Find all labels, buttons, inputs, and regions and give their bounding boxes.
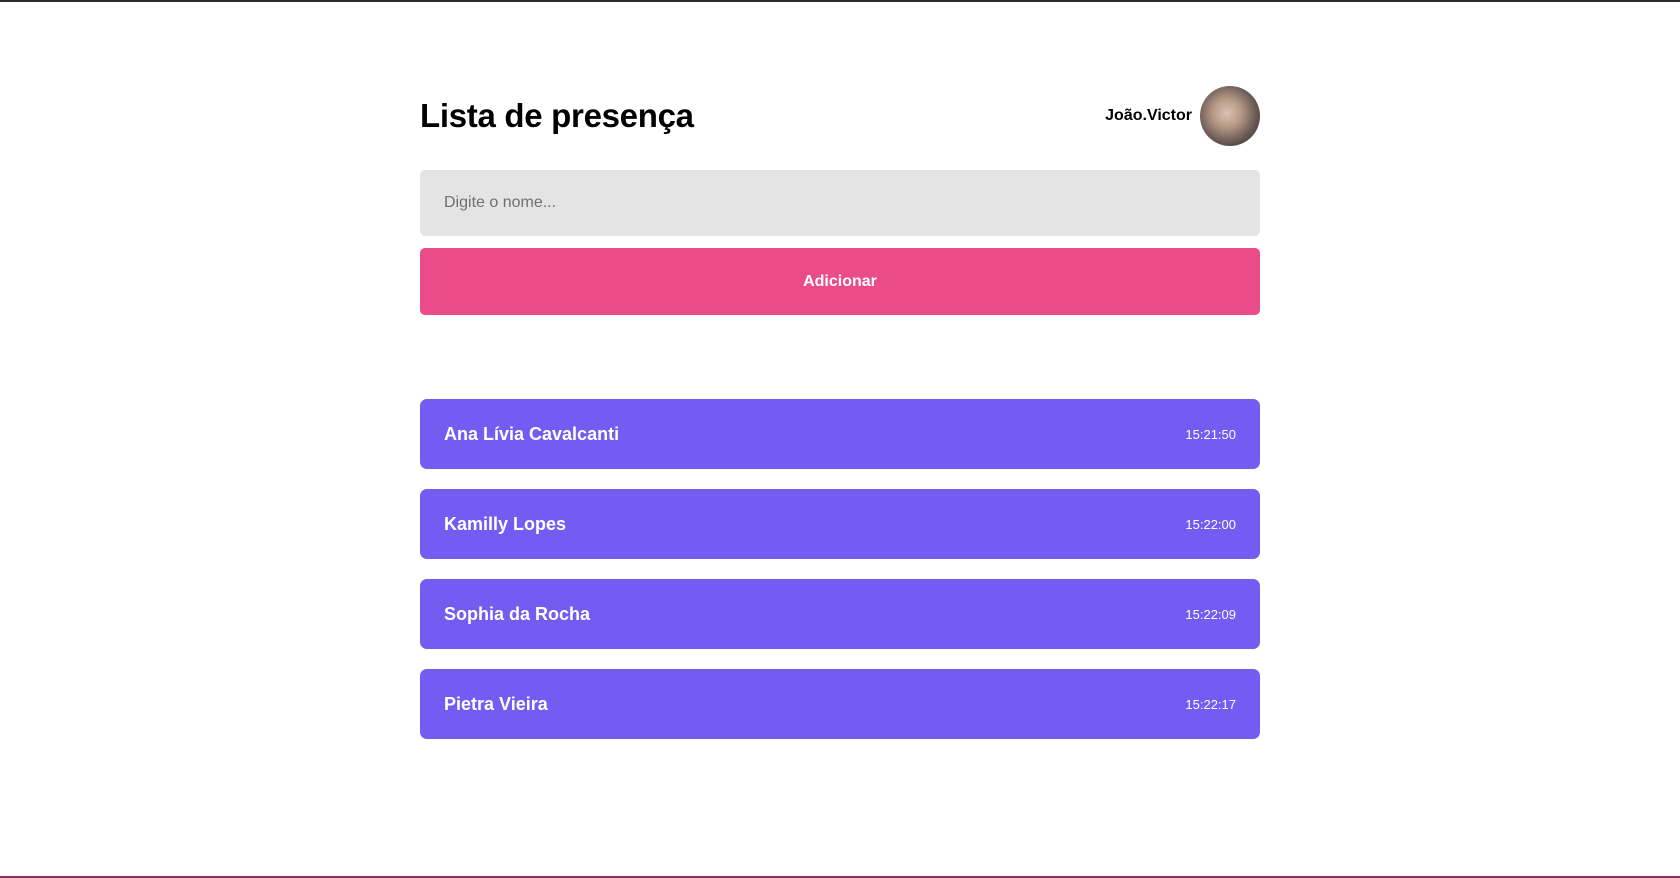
user-name: João.Victor — [1105, 107, 1192, 124]
check-in-time: 15:22:09 — [1185, 606, 1236, 622]
name-input[interactable] — [420, 170, 1260, 236]
check-in-time: 15:22:00 — [1185, 516, 1236, 532]
attendance-card: Kamilly Lopes 15:22:00 — [420, 489, 1260, 559]
check-in-time: 15:21:50 — [1185, 426, 1236, 442]
user-profile[interactable]: João.Victor — [1105, 86, 1260, 146]
student-name: Sophia da Rocha — [444, 603, 591, 624]
add-button[interactable]: Adicionar — [420, 248, 1260, 315]
attendance-card: Sophia da Rocha 15:22:09 — [420, 579, 1260, 649]
attendance-card: Ana Lívia Cavalcanti 15:21:50 — [420, 399, 1260, 469]
window-top-border — [0, 0, 1680, 2]
student-name: Pietra Vieira — [444, 693, 548, 714]
avatar[interactable] — [1200, 86, 1260, 146]
student-name: Ana Lívia Cavalcanti — [444, 423, 620, 444]
attendance-list: Ana Lívia Cavalcanti 15:21:50 Kamilly Lo… — [420, 399, 1260, 739]
check-in-time: 15:22:17 — [1185, 696, 1236, 712]
attendance-card: Pietra Vieira 15:22:17 — [420, 669, 1260, 739]
student-name: Kamilly Lopes — [444, 513, 567, 534]
page-header: Lista de presença João.Victor — [420, 86, 1260, 146]
attendance-container: Lista de presença João.Victor Adicionar … — [420, 86, 1260, 759]
page-title: Lista de presença — [420, 97, 694, 134]
